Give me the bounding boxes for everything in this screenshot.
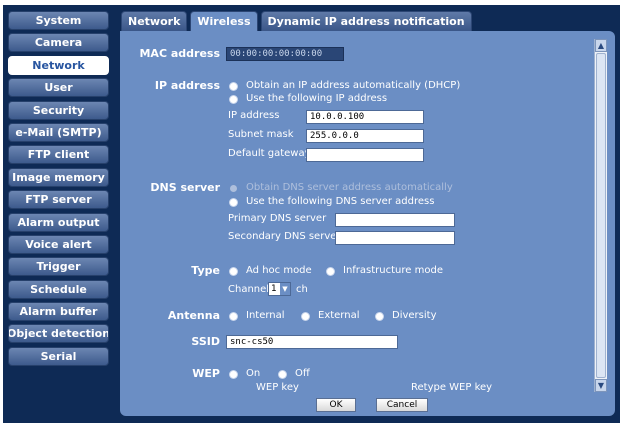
menu-item-trigger[interactable]: Trigger [8,257,109,277]
type-infrastructure-option-label: Infrastructure mode [343,265,443,276]
ip-address-label: IP address [154,79,220,92]
channel-value: 1 [271,284,277,294]
ssid-input[interactable]: snc-cs50 [226,335,398,349]
antenna-label: Antenna [167,309,220,322]
ip-dhcp-option-label: Obtain an IP address automatically (DHCP… [246,80,461,91]
vertical-scrollbar[interactable]: ▲ ▼ [594,39,607,392]
primary-dns-label: Primary DNS server [228,213,327,224]
tab-bar: Network Wireless Dynamic IP address noti… [121,11,472,31]
ip-manual-radio[interactable] [230,96,237,103]
menu-item-object-detection[interactable]: Object detection [8,324,109,344]
menu-item-ftp-server[interactable]: FTP server [8,190,109,210]
ip-address-field-label: IP address [228,110,280,121]
subnet-mask-input[interactable]: 255.0.0.0 [306,129,424,143]
dns-server-label: DNS server [150,181,220,194]
type-label: Type [191,264,220,277]
retype-wep-key-label: Retype WEP key [411,382,493,392]
menu-item-user[interactable]: User [8,78,109,98]
menu-item-voice-alert[interactable]: Voice alert [8,234,109,254]
app-frame: System Camera Network User Security e-Ma… [3,5,620,423]
scroll-down-icon[interactable]: ▼ [595,379,607,392]
ip-address-input[interactable]: 10.0.0.100 [306,110,424,124]
wep-off-option-label: Off [295,368,310,379]
menu-item-email-smtp[interactable]: e-Mail (SMTP) [8,122,109,142]
tab-network[interactable]: Network [121,11,188,31]
cancel-button[interactable]: Cancel [376,398,428,412]
wep-on-option-label: On [246,368,261,379]
default-gateway-input[interactable] [306,148,424,162]
settings-panel: MAC address 00:00:00:00:00:00 IP address… [120,31,615,416]
menu-item-system[interactable]: System [8,11,109,30]
subnet-mask-label: Subnet mask [228,129,294,140]
menu-item-ftp-client[interactable]: FTP client [8,145,109,165]
antenna-internal-radio[interactable] [230,313,237,320]
dns-auto-option-label: Obtain DNS server address automatically [246,182,453,193]
antenna-internal-option-label: Internal [246,310,285,321]
type-infrastructure-radio[interactable] [327,268,334,275]
type-adhoc-radio[interactable] [230,268,237,275]
antenna-external-option-label: External [318,310,360,321]
channel-unit: ch [296,284,308,295]
menu-item-image-memory[interactable]: Image memory [8,167,109,187]
wep-key-label: WEP key [256,382,299,392]
menu-item-network[interactable]: Network [8,55,109,75]
ip-manual-option-label: Use the following IP address [246,93,388,104]
secondary-dns-label: Secondary DNS server [228,231,341,242]
mac-address-field: 00:00:00:00:00:00 [226,47,344,61]
wep-on-radio[interactable] [230,371,237,378]
scrollbar-thumb[interactable] [596,53,606,378]
wep-label: WEP [192,367,220,380]
ok-button[interactable]: OK [316,398,356,412]
mac-address-label: MAC address [139,47,220,60]
menu-item-schedule[interactable]: Schedule [8,279,109,299]
dns-auto-radio[interactable] [230,185,237,192]
menu-item-security[interactable]: Security [8,100,109,120]
type-adhoc-option-label: Ad hoc mode [246,265,312,276]
chevron-down-icon: ▼ [280,283,290,295]
menu-item-alarm-buffer[interactable]: Alarm buffer [8,302,109,322]
tab-wireless[interactable]: Wireless [190,11,258,31]
dns-manual-option-label: Use the following DNS server address [246,196,435,207]
channel-select[interactable]: 1 ▼ [268,282,291,296]
menu-item-serial[interactable]: Serial [8,346,109,366]
menu-item-camera[interactable]: Camera [8,33,109,53]
ip-dhcp-radio[interactable] [230,83,237,90]
side-menu: System Camera Network User Security e-Ma… [8,11,109,369]
antenna-diversity-option-label: Diversity [392,310,437,321]
secondary-dns-input[interactable] [335,231,455,245]
channel-label: Channel [228,284,270,295]
menu-item-alarm-output[interactable]: Alarm output [8,212,109,232]
antenna-diversity-radio[interactable] [376,313,383,320]
wep-off-radio[interactable] [279,371,286,378]
ssid-label: SSID [191,335,220,348]
antenna-external-radio[interactable] [302,313,309,320]
scroll-up-icon[interactable]: ▲ [595,39,607,52]
default-gateway-label: Default gateway [228,148,311,159]
tab-dynamic-ip-notification[interactable]: Dynamic IP address notification [260,11,472,31]
dns-manual-radio[interactable] [230,199,237,206]
primary-dns-input[interactable] [335,213,455,227]
settings-scroll-area: MAC address 00:00:00:00:00:00 IP address… [128,39,607,392]
